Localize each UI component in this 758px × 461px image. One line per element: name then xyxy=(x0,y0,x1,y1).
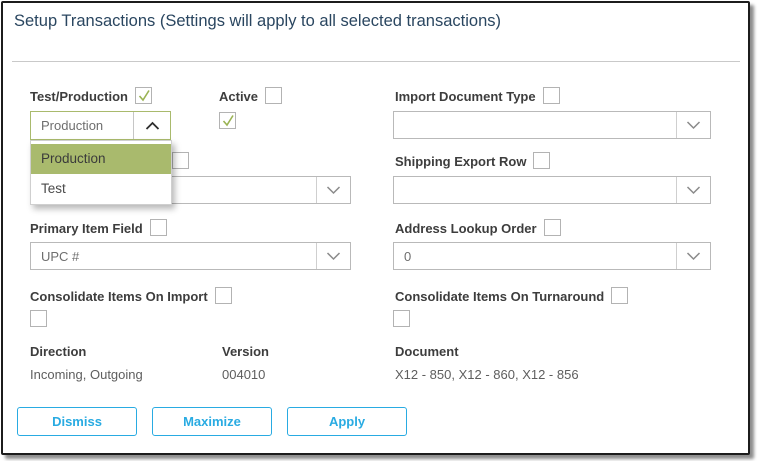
chevron-down-icon xyxy=(676,112,710,138)
screen: Setup Transactions (Settings will apply … xyxy=(0,0,758,461)
chevron-up-icon xyxy=(133,112,170,139)
dropdown-option-production[interactable]: Production xyxy=(31,144,171,174)
active-value-checkbox[interactable] xyxy=(219,112,236,129)
primary-item-field-label: Primary Item Field xyxy=(30,221,143,236)
consolidate-items-on-import-label-row: Consolidate Items On Import xyxy=(30,287,232,305)
shipping-export-row-label-row: Shipping Export Row xyxy=(395,152,551,170)
shipping-export-row-combobox[interactable] xyxy=(393,176,711,204)
import-document-type-label: Import Document Type xyxy=(395,89,536,104)
address-lookup-order-combobox[interactable]: 0 xyxy=(393,242,711,270)
chevron-down-icon xyxy=(676,243,710,269)
chevron-down-icon xyxy=(316,177,350,203)
dialog-title: Setup Transactions (Settings will apply … xyxy=(14,12,501,30)
test-production-combobox-value: Production xyxy=(41,118,104,133)
version-label: Version xyxy=(222,344,269,359)
chevron-down-icon xyxy=(676,177,710,203)
dropdown-option-test[interactable]: Test xyxy=(31,174,171,204)
consolidate-items-on-import-checkbox[interactable] xyxy=(214,287,232,304)
shipping-export-row-label: Shipping Export Row xyxy=(395,154,527,169)
consolidate-items-on-import-value-checkbox[interactable] xyxy=(30,310,47,327)
dismiss-button[interactable]: Dismiss xyxy=(17,407,137,436)
title-divider xyxy=(12,61,740,62)
shipping-export-row-combobox-value xyxy=(394,177,676,203)
primary-item-field-checkbox[interactable] xyxy=(149,219,167,236)
address-lookup-order-label-row: Address Lookup Order xyxy=(395,219,561,237)
import-document-type-combobox-value xyxy=(394,112,676,138)
consolidate-items-on-turnaround-checkbox[interactable] xyxy=(611,287,629,304)
primary-item-field-combobox[interactable]: UPC # xyxy=(30,242,351,270)
direction-value: Incoming, Outgoing xyxy=(30,367,143,382)
test-production-label: Test/Production xyxy=(30,89,128,104)
address-lookup-order-label: Address Lookup Order xyxy=(395,221,537,236)
import-document-type-combobox[interactable] xyxy=(393,111,711,139)
maximize-button[interactable]: Maximize xyxy=(152,407,272,436)
direction-label: Direction xyxy=(30,344,87,359)
apply-button[interactable]: Apply xyxy=(287,407,407,436)
primary-item-field-label-row: Primary Item Field xyxy=(30,219,167,237)
consolidate-items-on-import-label: Consolidate Items On Import xyxy=(30,289,208,304)
consolidate-items-on-turnaround-label-row: Consolidate Items On Turnaround xyxy=(395,287,629,305)
active-label-checkbox[interactable] xyxy=(265,87,283,104)
consolidate-items-on-turnaround-label: Consolidate Items On Turnaround xyxy=(395,289,605,304)
obscured-field-checkbox[interactable] xyxy=(172,152,189,169)
test-production-checkbox[interactable] xyxy=(134,87,152,104)
primary-item-field-combobox-value: UPC # xyxy=(41,248,80,264)
chevron-down-icon xyxy=(316,243,350,269)
address-lookup-order-combobox-value: 0 xyxy=(404,248,412,264)
shipping-export-row-checkbox[interactable] xyxy=(533,152,551,169)
active-label: Active xyxy=(219,89,259,104)
consolidate-items-on-turnaround-value-checkbox[interactable] xyxy=(393,310,410,327)
test-production-label-row: Test/Production xyxy=(30,87,152,105)
test-production-combobox[interactable]: Production xyxy=(30,111,171,140)
document-value: X12 - 850, X12 - 860, X12 - 856 xyxy=(395,367,579,382)
test-production-dropdown-list: Production Test xyxy=(30,140,172,205)
import-document-type-checkbox[interactable] xyxy=(542,87,560,104)
import-document-type-label-row: Import Document Type xyxy=(395,87,560,105)
active-label-row: Active xyxy=(219,87,283,105)
version-value: 004010 xyxy=(222,367,266,382)
address-lookup-order-checkbox[interactable] xyxy=(543,219,561,236)
setup-transactions-dialog: Setup Transactions (Settings will apply … xyxy=(1,1,750,455)
document-label: Document xyxy=(395,344,459,359)
